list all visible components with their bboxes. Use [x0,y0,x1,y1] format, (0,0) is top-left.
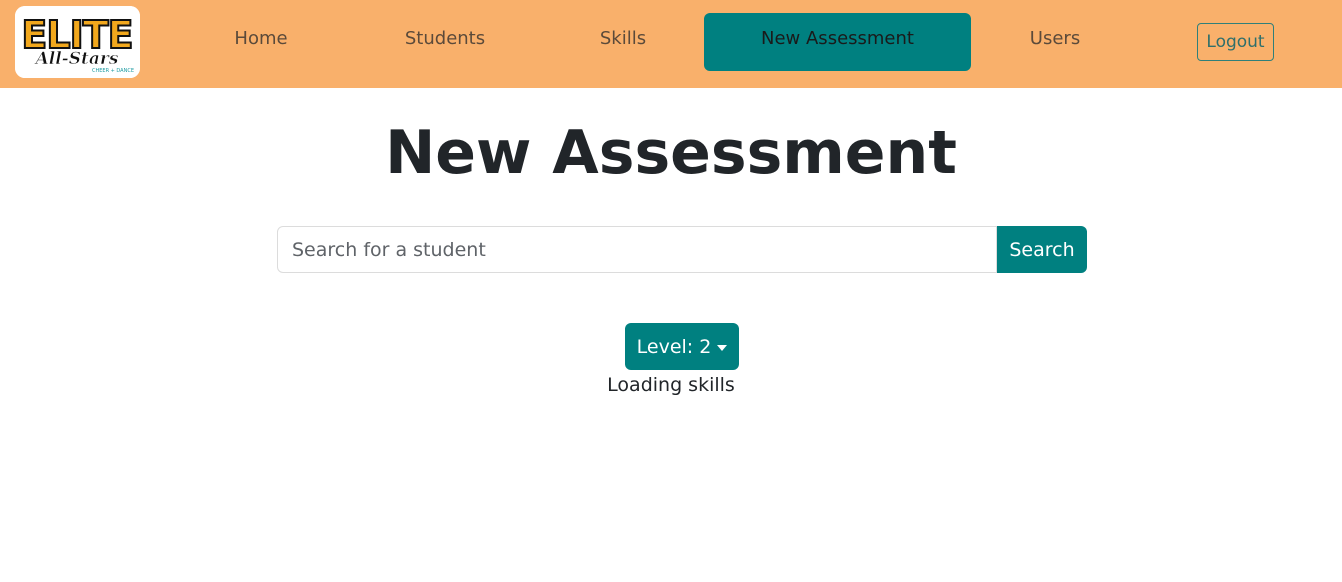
brand-logo[interactable]: ELITE All-Stars CHEER + DANCE [15,6,140,78]
logout-button[interactable]: Logout [1197,23,1274,61]
nav-item-new-assessment[interactable]: New Assessment [704,13,971,71]
search-button[interactable]: Search [997,226,1087,273]
level-dropdown-button[interactable]: Level: 2 [625,323,739,370]
nav-item-skills[interactable]: Skills [570,13,676,71]
svg-text:CHEER + DANCE: CHEER + DANCE [92,68,134,74]
nav-item-students[interactable]: Students [380,13,510,71]
nav-item-home[interactable]: Home [200,13,322,71]
loading-status-text: Loading skills [607,374,735,396]
student-search-input[interactable] [277,226,997,273]
page-title: New Assessment [385,118,957,188]
navbar: ELITE All-Stars CHEER + DANCE Home Stude… [0,0,1342,88]
svg-text:All-Stars: All-Stars [34,49,119,69]
nav-item-users[interactable]: Users [1000,13,1110,71]
caret-down-icon [717,344,728,351]
level-dropdown-label: Level: 2 [636,335,712,358]
elite-all-stars-logo-icon: ELITE All-Stars CHEER + DANCE [15,6,140,78]
